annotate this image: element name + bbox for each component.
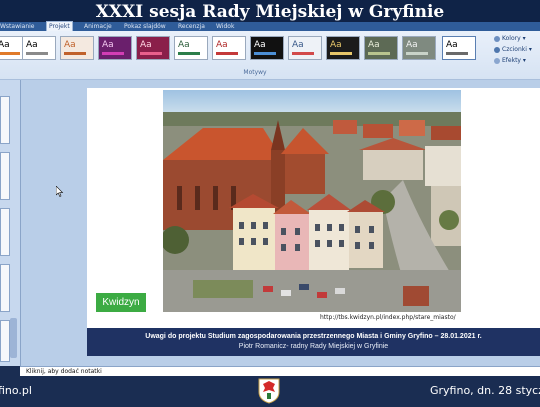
aerial-town-photo [163,90,461,312]
footer-date: Gryfino, dn. 28 stycz [430,384,540,397]
slide-thumbnail[interactable] [0,96,10,144]
banner-title: Uwagi do projektu Studium zagospodarowan… [145,333,482,340]
tab-slideshow[interactable]: Pokaz slajdów [124,22,166,31]
thumbnails-scrollbar[interactable] [10,318,17,358]
location-badge: Kwidzyn [96,293,146,312]
theme-thumb[interactable]: Aa [212,36,246,60]
theme-thumb[interactable]: Aa [442,36,476,60]
font-icon [494,46,500,53]
city-crest-icon [258,378,280,404]
tab-review[interactable]: Recenzja [178,22,205,31]
fonts-command[interactable]: Czcionki ▾ [494,46,532,54]
tab-animations[interactable]: Animacje [84,22,112,31]
ribbon-tab-strip: Wstawianie Projekt Animacje Pokaz slajdó… [0,21,540,31]
theme-thumb[interactable]: Aa [98,36,132,60]
theme-thumb[interactable]: Aa [402,36,436,60]
notes-placeholder: Kliknij, aby dodać notatki [26,368,102,375]
tab-view[interactable]: Widok [216,22,234,31]
theme-thumb[interactable]: Aa [174,36,208,60]
effects-icon [494,57,500,64]
slide-thumbnail[interactable] [0,152,10,200]
palette-icon [494,35,500,42]
theme-thumb[interactable]: Aa [364,36,398,60]
theme-thumb[interactable]: Aa [60,36,94,60]
footer-website: fino.pl [0,384,32,397]
theme-thumb[interactable]: Aa [250,36,284,60]
theme-thumb[interactable]: Aa [326,36,360,60]
theme-thumb[interactable]: Aa [288,36,322,60]
effects-command[interactable]: Efekty ▾ [494,57,526,65]
tab-design[interactable]: Projekt [46,21,73,31]
broadcast-footer: fino.pl Gryfino, dn. 28 stycz [0,376,540,407]
slide-thumbnail[interactable] [0,320,10,362]
theme-thumb[interactable]: Aa [136,36,170,60]
ribbon-group-label: Motywy [243,69,267,76]
slide-banner: Uwagi do projektu Studium zagospodarowan… [87,328,540,356]
slide-thumbnail[interactable] [0,208,10,256]
tab-insert[interactable]: Wstawianie [0,22,35,31]
colors-command[interactable]: Kolory ▾ [494,35,526,43]
mouse-cursor-icon [56,186,64,197]
banner-author: Piotr Romanicz- radny Rady Miejskiej w G… [238,343,389,350]
theme-thumb[interactable]: Aa [22,36,56,60]
photo-source-caption: http://tbs.kwidzyn.pl/index.php/stare_mi… [320,314,456,321]
slide-thumbnail[interactable] [0,264,10,312]
